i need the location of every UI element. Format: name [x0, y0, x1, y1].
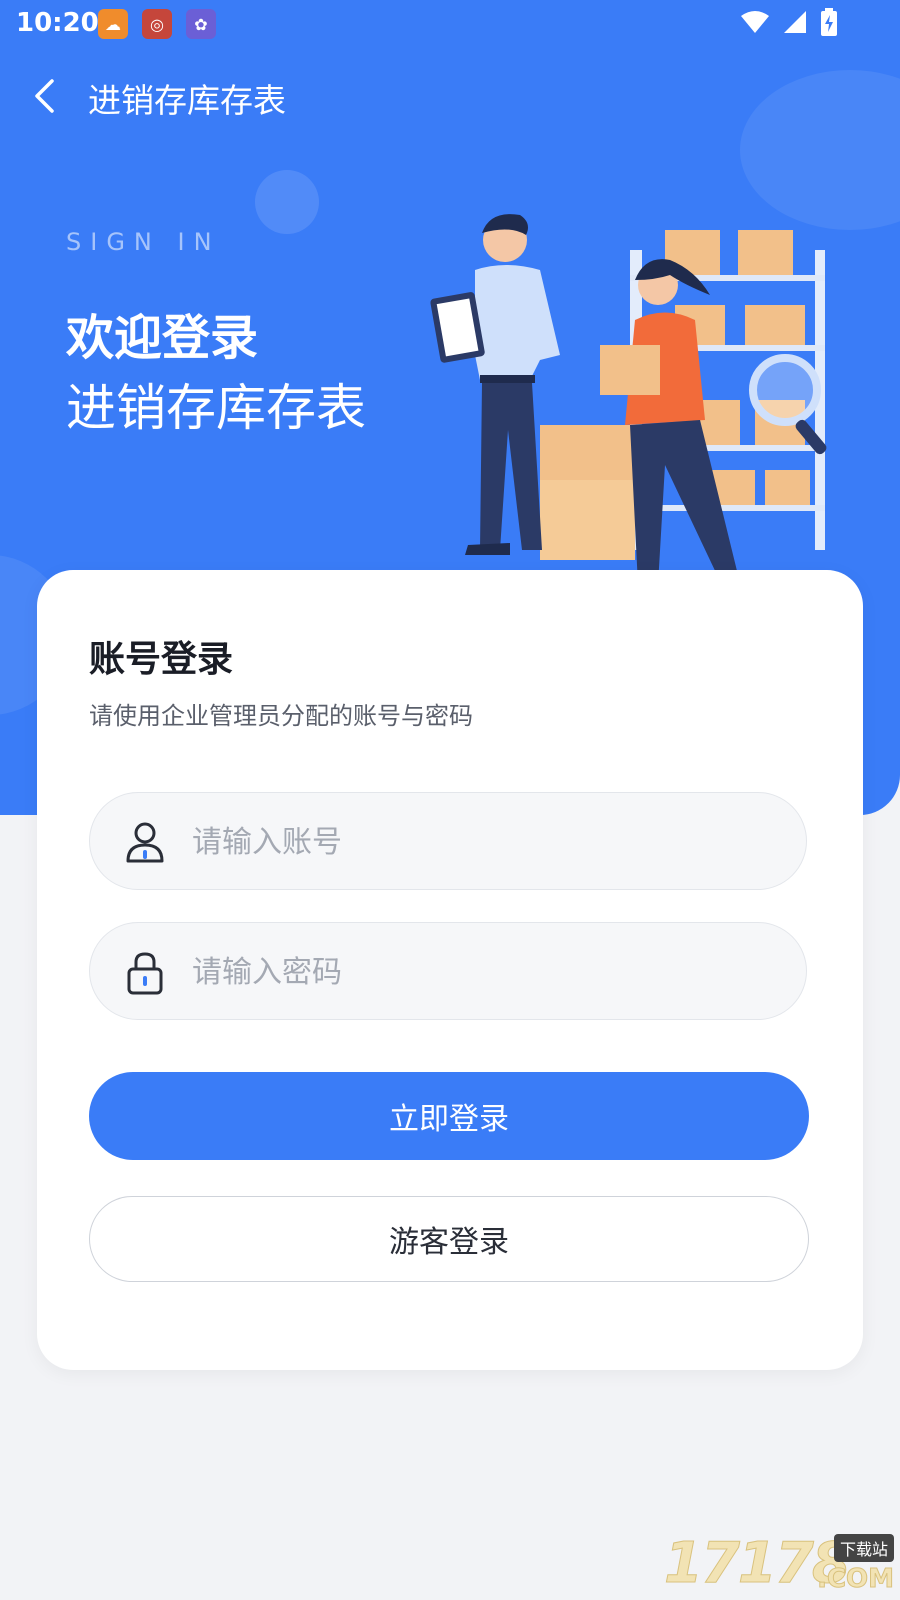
watermark-domain: .COM [817, 1564, 895, 1595]
wifi-icon [741, 11, 769, 33]
notification-app-icon: ◎ [142, 9, 172, 39]
login-button[interactable]: 立即登录 [89, 1072, 809, 1160]
chevron-left-icon [35, 79, 54, 113]
login-card-title: 账号登录 [89, 639, 234, 680]
back-button[interactable] [26, 74, 62, 118]
account-field[interactable] [89, 792, 807, 891]
sign-in-label: SIGN IN [66, 228, 221, 256]
password-input[interactable] [190, 923, 774, 1021]
status-time: 10:20 [16, 8, 99, 38]
guest-login-button[interactable]: 游客登录 [89, 1196, 809, 1282]
status-bar: 10:20 ☁ ◎ ✿ [0, 0, 900, 48]
navigation-bar: 进销存库存表 [0, 60, 900, 130]
hero-subtitle: 进销存库存表 [66, 379, 366, 437]
password-field[interactable] [89, 922, 807, 1021]
notification-app-icon: ☁ [98, 9, 128, 39]
status-indicators [740, 8, 838, 36]
login-card-description: 请使用企业管理员分配的账号与密码 [89, 702, 473, 730]
lock-icon [127, 952, 163, 995]
login-card: 账号登录 请使用企业管理员分配的账号与密码 立即登录 游客登录 [37, 570, 863, 1370]
watermark-tag: 下载站 [833, 1534, 894, 1562]
signal-icon [784, 11, 806, 33]
user-icon [126, 822, 164, 863]
account-input[interactable] [190, 793, 774, 891]
battery-icon [821, 8, 837, 36]
warehouse-illustration [430, 214, 827, 605]
watermark-logo: 17178 下载站 .COM [664, 1531, 895, 1597]
notification-app-icon: ✿ [186, 9, 216, 39]
welcome-heading: 欢迎登录 [66, 310, 259, 366]
nav-title: 进销存库存表 [88, 81, 286, 120]
decorative-circle [255, 170, 319, 234]
